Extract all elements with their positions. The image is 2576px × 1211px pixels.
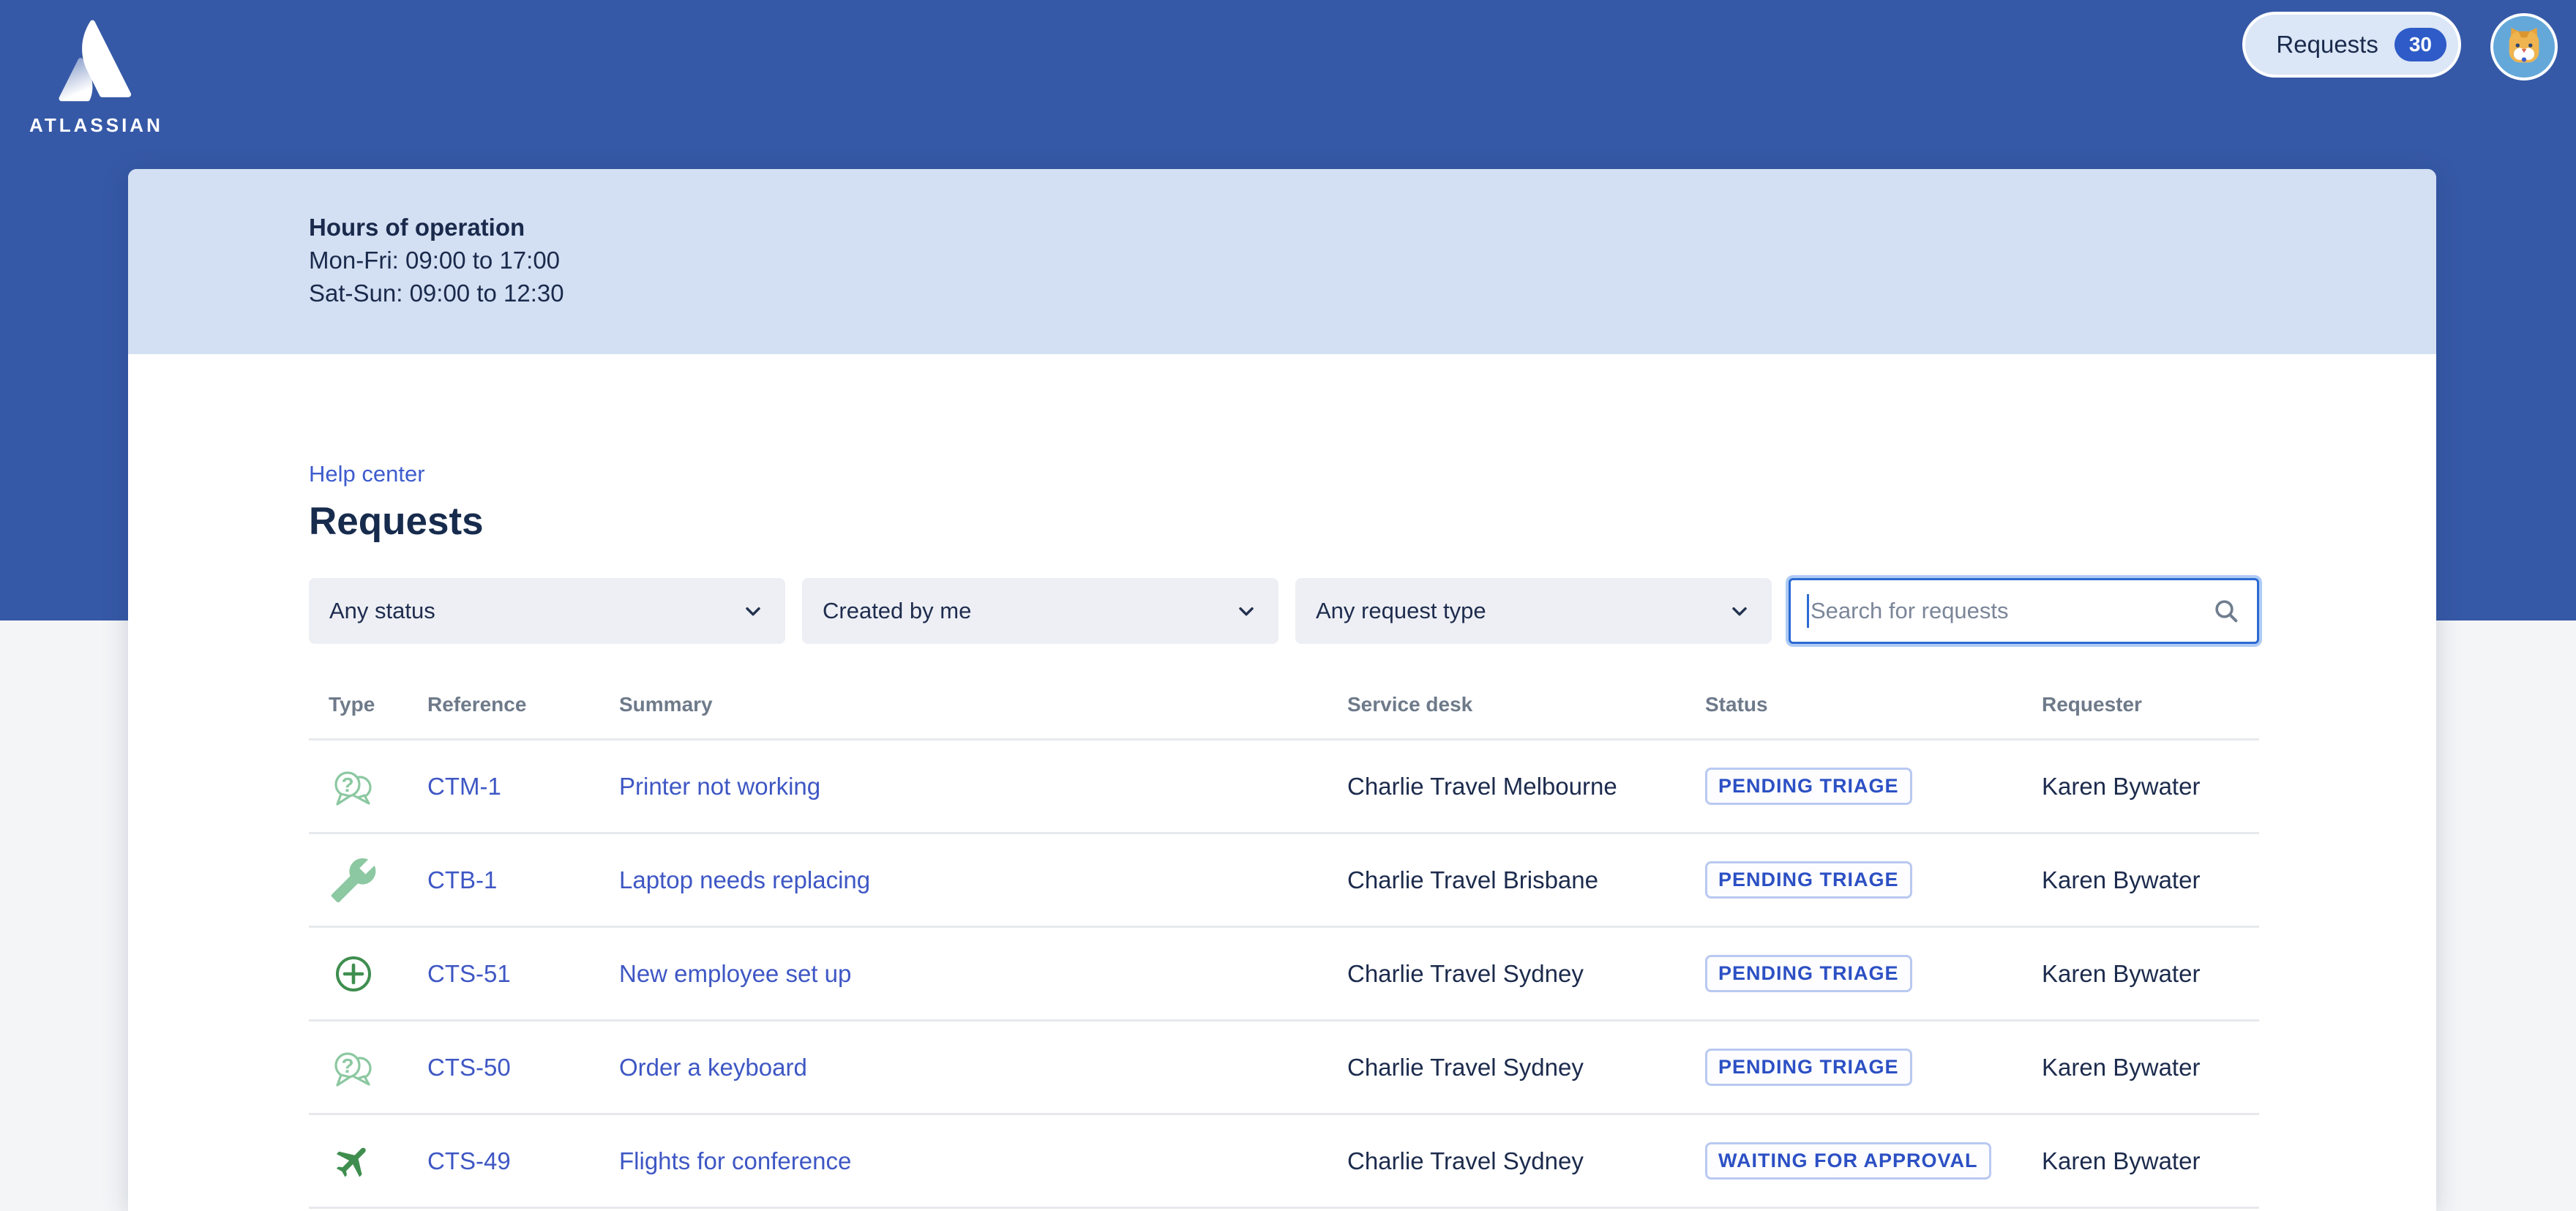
requester-cell: Karen Bywater: [2042, 1054, 2259, 1081]
service-desk-cell: Charlie Travel Sydney: [1347, 1147, 1705, 1175]
request-summary-link[interactable]: New employee set up: [619, 960, 1347, 988]
table-row: CTB-1 Laptop needs replacing Charlie Tra…: [309, 834, 2259, 928]
chevron-down-icon: [1235, 599, 1258, 623]
search-box: [1789, 578, 2259, 644]
svg-text:?: ?: [341, 773, 353, 796]
announcement-banner: Hours of operation Mon-Fri: 09:00 to 17:…: [128, 169, 2436, 354]
request-reference-link[interactable]: CTS-50: [427, 1054, 619, 1081]
request-summary-link[interactable]: Laptop needs replacing: [619, 866, 1347, 894]
chevron-down-icon: [741, 599, 765, 623]
status-filter-dropdown[interactable]: Any status: [309, 578, 785, 644]
request-reference-link[interactable]: CTM-1: [427, 773, 619, 801]
banner-line-weekend: Sat-Sun: 09:00 to 12:30: [309, 277, 2436, 310]
request-summary-link[interactable]: Order a keyboard: [619, 1054, 1347, 1081]
request-type-filter-value: Any request type: [1316, 598, 1486, 624]
service-desk-cell: Charlie Travel Sydney: [1347, 1054, 1705, 1081]
service-desk-cell: Charlie Travel Brisbane: [1347, 866, 1705, 894]
requester-cell: Karen Bywater: [2042, 773, 2259, 801]
column-header-requester: Requester: [2042, 693, 2259, 716]
request-type-filter-dropdown[interactable]: Any request type: [1295, 578, 1772, 644]
column-header-reference: Reference: [427, 693, 619, 716]
request-summary-link[interactable]: Flights for conference: [619, 1147, 1347, 1175]
request-summary-link[interactable]: Printer not working: [619, 773, 1347, 801]
column-header-service-desk: Service desk: [1347, 693, 1705, 716]
requests-count-badge: 30: [2395, 28, 2446, 61]
search-icon: [2212, 596, 2241, 626]
creator-filter-value: Created by me: [823, 598, 971, 624]
table-header-row: Type Reference Summary Service desk Stat…: [309, 693, 2259, 741]
breadcrumb-help-center[interactable]: Help center: [309, 461, 425, 487]
requester-cell: Karen Bywater: [2042, 1147, 2259, 1175]
search-input[interactable]: [1809, 598, 2212, 624]
service-desk-cell: Charlie Travel Melbourne: [1347, 773, 1705, 801]
table-row: CTS-51 New employee set up Charlie Trave…: [309, 928, 2259, 1021]
service-desk-cell: Charlie Travel Sydney: [1347, 960, 1705, 988]
table-row: ? CTM-1 Printer not working Charlie Trav…: [309, 741, 2259, 834]
logo-wordmark: ATLASSIAN: [29, 114, 155, 137]
airplane-icon: [329, 1137, 378, 1185]
chevron-down-icon: [1728, 599, 1751, 623]
user-avatar[interactable]: [2490, 13, 2558, 80]
atlassian-logo-icon: [40, 15, 144, 108]
svg-text:?: ?: [341, 1054, 353, 1077]
question-bubbles-icon: ?: [329, 762, 378, 811]
requester-cell: Karen Bywater: [2042, 866, 2259, 894]
request-reference-link[interactable]: CTS-49: [427, 1147, 619, 1175]
requests-button[interactable]: Requests 30: [2242, 12, 2461, 78]
requests-table: Type Reference Summary Service desk Stat…: [309, 693, 2259, 1209]
table-row: ? CTS-50 Order a keyboard Charlie Travel…: [309, 1021, 2259, 1115]
creator-filter-dropdown[interactable]: Created by me: [802, 578, 1278, 644]
requester-cell: Karen Bywater: [2042, 960, 2259, 988]
atlassian-logo[interactable]: ATLASSIAN: [29, 15, 155, 137]
table-row: CTS-49 Flights for conference Charlie Tr…: [309, 1115, 2259, 1209]
help-center-card: Hours of operation Mon-Fri: 09:00 to 17:…: [128, 169, 2436, 1211]
banner-title: Hours of operation: [309, 211, 2436, 244]
request-reference-link[interactable]: CTB-1: [427, 866, 619, 894]
page-title: Requests: [309, 499, 2259, 544]
status-badge: PENDING TRIAGE: [1705, 768, 1912, 806]
requests-button-label: Requests: [2276, 31, 2378, 59]
status-badge: PENDING TRIAGE: [1705, 861, 1912, 899]
status-badge: PENDING TRIAGE: [1705, 1049, 1912, 1087]
banner-line-weekdays: Mon-Fri: 09:00 to 17:00: [309, 244, 2436, 277]
wrench-icon: [329, 856, 378, 904]
request-reference-link[interactable]: CTS-51: [427, 960, 619, 988]
column-header-status: Status: [1705, 693, 2042, 716]
question-bubbles-icon: ?: [329, 1043, 378, 1092]
plus-circle-icon: [329, 950, 378, 998]
column-header-summary: Summary: [619, 693, 1347, 716]
cat-avatar-icon: [2501, 24, 2547, 70]
status-filter-value: Any status: [329, 598, 435, 624]
status-badge: PENDING TRIAGE: [1705, 955, 1912, 993]
status-badge: WAITING FOR APPROVAL: [1705, 1142, 1991, 1180]
column-header-type: Type: [309, 693, 427, 716]
